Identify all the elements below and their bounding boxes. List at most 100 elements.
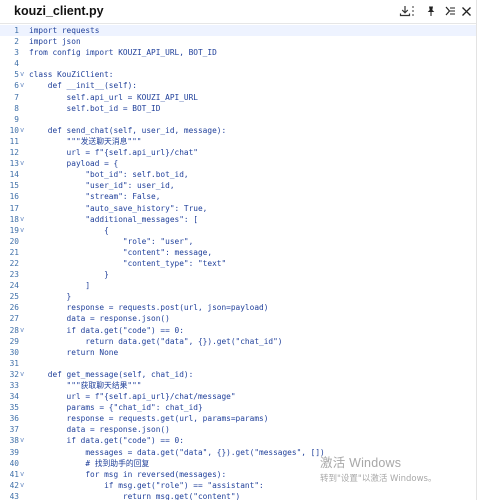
line-number: 23 bbox=[9, 270, 19, 280]
close-icon[interactable] bbox=[458, 3, 474, 19]
line-number: 1 bbox=[14, 26, 19, 35]
fold-chevron-icon[interactable]: v bbox=[20, 214, 26, 225]
line-number: 13 bbox=[9, 159, 19, 169]
code-line: 31 bbox=[0, 358, 476, 369]
code-text: return data.get("data", {}).get("chat_id… bbox=[29, 336, 283, 346]
code-line: 3 from config import KOUZI_API_URL, BOT_I… bbox=[0, 47, 476, 58]
pin-icon[interactable] bbox=[423, 3, 439, 19]
fold-chevron-icon[interactable]: v bbox=[20, 480, 26, 491]
code-text: "content_type": "text" bbox=[29, 258, 227, 268]
code-text: } bbox=[29, 292, 72, 302]
code-line: 6v def __init__(self): bbox=[0, 80, 476, 91]
code-line: 35 params = {"chat_id": chat_id} bbox=[0, 402, 476, 413]
code-text: payload = { bbox=[29, 159, 119, 169]
code-line: 5 v class KouZiClient: bbox=[0, 69, 476, 80]
line-number: 36 bbox=[9, 414, 19, 424]
line-number: 29 bbox=[9, 336, 19, 346]
line-number: 7 bbox=[14, 92, 19, 102]
fold-chevron-icon[interactable]: v bbox=[20, 435, 26, 446]
watermark-title: 激活 Windows bbox=[320, 456, 402, 470]
code-text: class KouZiClient: bbox=[29, 70, 114, 80]
code-line: 22 "content_type": "text" bbox=[0, 258, 476, 269]
line-number: 3 bbox=[14, 48, 19, 58]
line-number: 12 bbox=[9, 148, 19, 158]
fold-chevron-icon[interactable]: v bbox=[20, 469, 26, 480]
code-text: import requests bbox=[29, 26, 100, 35]
code-text: from config import KOUZI_API_URL, BOT_ID bbox=[29, 48, 217, 58]
code-text: import json bbox=[29, 37, 81, 47]
windows-activation-watermark: 激活 Windows 转到"设置"以激活 Windows。 bbox=[320, 452, 436, 484]
code-text: # 找到助手的回复 bbox=[29, 458, 150, 468]
code-text: self.bot_id = BOT_ID bbox=[29, 103, 161, 113]
code-text: for msg in reversed(messages): bbox=[29, 469, 227, 479]
file-title: kouzi_client.py bbox=[14, 4, 104, 18]
code-text: def send_chat(self, user_id, message): bbox=[29, 125, 227, 135]
line-number: 25 bbox=[9, 292, 19, 302]
line-number: 17 bbox=[9, 203, 19, 213]
code-text: params = {"chat_id": chat_id} bbox=[29, 403, 203, 413]
line-number: 27 bbox=[9, 314, 19, 324]
line-number: 38 bbox=[9, 436, 19, 446]
code-text: if msg.get("role") == "assistant": bbox=[29, 480, 264, 490]
code-text: return None bbox=[29, 347, 119, 357]
line-number: 21 bbox=[9, 247, 19, 257]
code-text: """获取聊天结果""" bbox=[29, 381, 142, 390]
line-number: 8 bbox=[14, 103, 19, 113]
line-number: 5 bbox=[14, 70, 19, 80]
code-line: 12 url = f"{self.api_url}/chat" bbox=[0, 147, 476, 158]
line-number: 30 bbox=[9, 347, 19, 357]
code-line: 37 data = response.json() bbox=[0, 424, 476, 435]
code-line: 9 bbox=[0, 114, 476, 125]
line-number: 9 bbox=[14, 114, 19, 124]
fold-chevron-icon[interactable]: v bbox=[20, 80, 26, 91]
line-number: 19 bbox=[9, 225, 19, 235]
fold-chevron-icon[interactable]: v bbox=[20, 158, 26, 169]
code-text: data = response.json() bbox=[29, 425, 170, 435]
line-number: 37 bbox=[9, 425, 19, 435]
line-number: 42 bbox=[9, 480, 19, 490]
code-text: url = f"{self.api_url}/chat/message" bbox=[29, 392, 236, 402]
line-number: 26 bbox=[9, 303, 19, 313]
code-text: { bbox=[29, 225, 109, 235]
fold-chevron-icon[interactable]: v bbox=[20, 125, 26, 136]
code-text: ] bbox=[29, 281, 91, 291]
title-bar: kouzi_client.py bbox=[0, 0, 476, 24]
line-number: 43 bbox=[9, 491, 19, 500]
line-number: 6 bbox=[14, 81, 19, 91]
line-number: 11 bbox=[9, 136, 19, 146]
code-line: 21 "content": message, bbox=[0, 247, 476, 258]
code-text: url = f"{self.api_url}/chat" bbox=[29, 148, 198, 158]
code-line: 19 v { bbox=[0, 225, 476, 236]
line-number: 28 bbox=[9, 325, 19, 335]
code-viewer-window: kouzi_client.py 1 import requests 2 impo… bbox=[0, 0, 477, 500]
line-number: 22 bbox=[9, 258, 19, 268]
code-text: } bbox=[29, 270, 109, 280]
fold-chevron-icon[interactable]: v bbox=[20, 225, 26, 236]
code-line: 32 v def get_message(self, chat_id): bbox=[0, 369, 476, 380]
code-line: 13 v payload = { bbox=[0, 158, 476, 169]
code-line: 33 """获取聊天结果""" bbox=[0, 380, 476, 391]
line-number: 14 bbox=[9, 170, 19, 180]
code-text: if data.get("code") == 0: bbox=[29, 436, 184, 446]
line-number: 33 bbox=[9, 381, 19, 390]
fold-chevron-icon[interactable]: v bbox=[20, 369, 26, 380]
code-text: "role": "user", bbox=[29, 236, 194, 246]
code-text: response = requests.post(url, json=paylo… bbox=[29, 303, 269, 313]
code-text: data = response.json() bbox=[29, 314, 170, 324]
code-line: 16 "stream": False, bbox=[0, 191, 476, 202]
pin-list-icon[interactable] bbox=[442, 3, 458, 19]
code-text: def get_message(self, chat_id): bbox=[29, 369, 194, 379]
line-number: 15 bbox=[9, 181, 19, 191]
fold-chevron-icon[interactable]: v bbox=[20, 69, 26, 80]
code-area[interactable]: 1 import requests 2 import json 3 from config… bbox=[0, 25, 476, 500]
code-line: 20 "role": "user", bbox=[0, 236, 476, 247]
more-icon[interactable] bbox=[406, 3, 420, 19]
code-line: 28 v if data.get("code") == 0: bbox=[0, 325, 476, 336]
code-text: return msg.get("content") bbox=[29, 491, 241, 500]
code-line: 7 self.api_url = KOUZI_API_URL bbox=[0, 92, 476, 103]
code-line: 2 import json bbox=[0, 36, 476, 47]
code-text: response = requests.get(url, params=para… bbox=[29, 414, 269, 424]
code-text: "stream": False, bbox=[29, 192, 161, 202]
code-line: 18 v "additional_messages": [ bbox=[0, 214, 476, 225]
fold-chevron-icon[interactable]: v bbox=[20, 325, 26, 336]
